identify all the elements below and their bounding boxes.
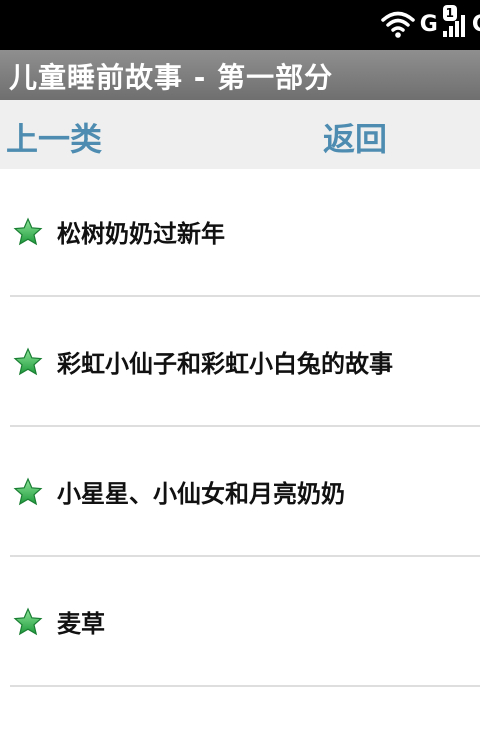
wifi-icon	[380, 9, 416, 39]
story-list-item[interactable]: 小星星、小仙女和月亮奶奶	[0, 427, 480, 557]
story-list-item[interactable]: 麦草	[0, 557, 480, 687]
story-title: 小星星、小仙女和月亮奶奶	[57, 480, 345, 508]
story-list-item[interactable]: 彩虹小仙子和彩虹小白兔的故事	[0, 297, 480, 427]
clock-fragment: C	[471, 11, 480, 37]
list-divider	[10, 685, 480, 687]
status-icons: G 1 C	[380, 5, 480, 42]
story-list-item[interactable]: 松树奶奶过新年	[0, 167, 480, 297]
signal-icon: 1	[442, 5, 468, 39]
story-row-content: 小星星、小仙女和月亮奶奶	[0, 427, 480, 556]
story-row-content: 麦草	[0, 557, 480, 686]
story-list-viewport[interactable]: 国王的忧愁松树奶奶过新年彩虹小仙子和彩虹小白兔的故事小星星、小仙女和月亮奶奶麦草	[0, 100, 480, 745]
back-button[interactable]: 返回	[323, 114, 387, 160]
app-screen: G 1 C 儿童睡前故事 - 第一部分 国王的忧愁松树奶奶过新年彩虹小仙子和彩虹…	[0, 0, 480, 745]
nav-bar: 上一类 返回	[0, 100, 480, 169]
prev-category-button[interactable]: 上一类	[6, 114, 102, 160]
story-row-content: 彩虹小仙子和彩虹小白兔的故事	[0, 297, 480, 426]
story-row-content: 松树奶奶过新年	[0, 167, 480, 296]
notification-badge: 1	[442, 5, 457, 21]
story-title: 彩虹小仙子和彩虹小白兔的故事	[57, 350, 393, 378]
star-icon	[13, 216, 43, 247]
story-title: 麦草	[57, 610, 105, 638]
page-title: 儿童睡前故事 - 第一部分	[9, 61, 334, 94]
status-bar: G 1 C	[0, 0, 480, 50]
star-icon	[13, 346, 43, 377]
story-list: 国王的忧愁松树奶奶过新年彩虹小仙子和彩虹小白兔的故事小星星、小仙女和月亮奶奶麦草	[0, 100, 480, 687]
story-title: 松树奶奶过新年	[57, 220, 225, 248]
title-bar: 儿童睡前故事 - 第一部分	[0, 50, 480, 100]
network-type-label: G	[419, 11, 438, 37]
star-icon	[13, 476, 43, 507]
star-icon	[13, 606, 43, 637]
